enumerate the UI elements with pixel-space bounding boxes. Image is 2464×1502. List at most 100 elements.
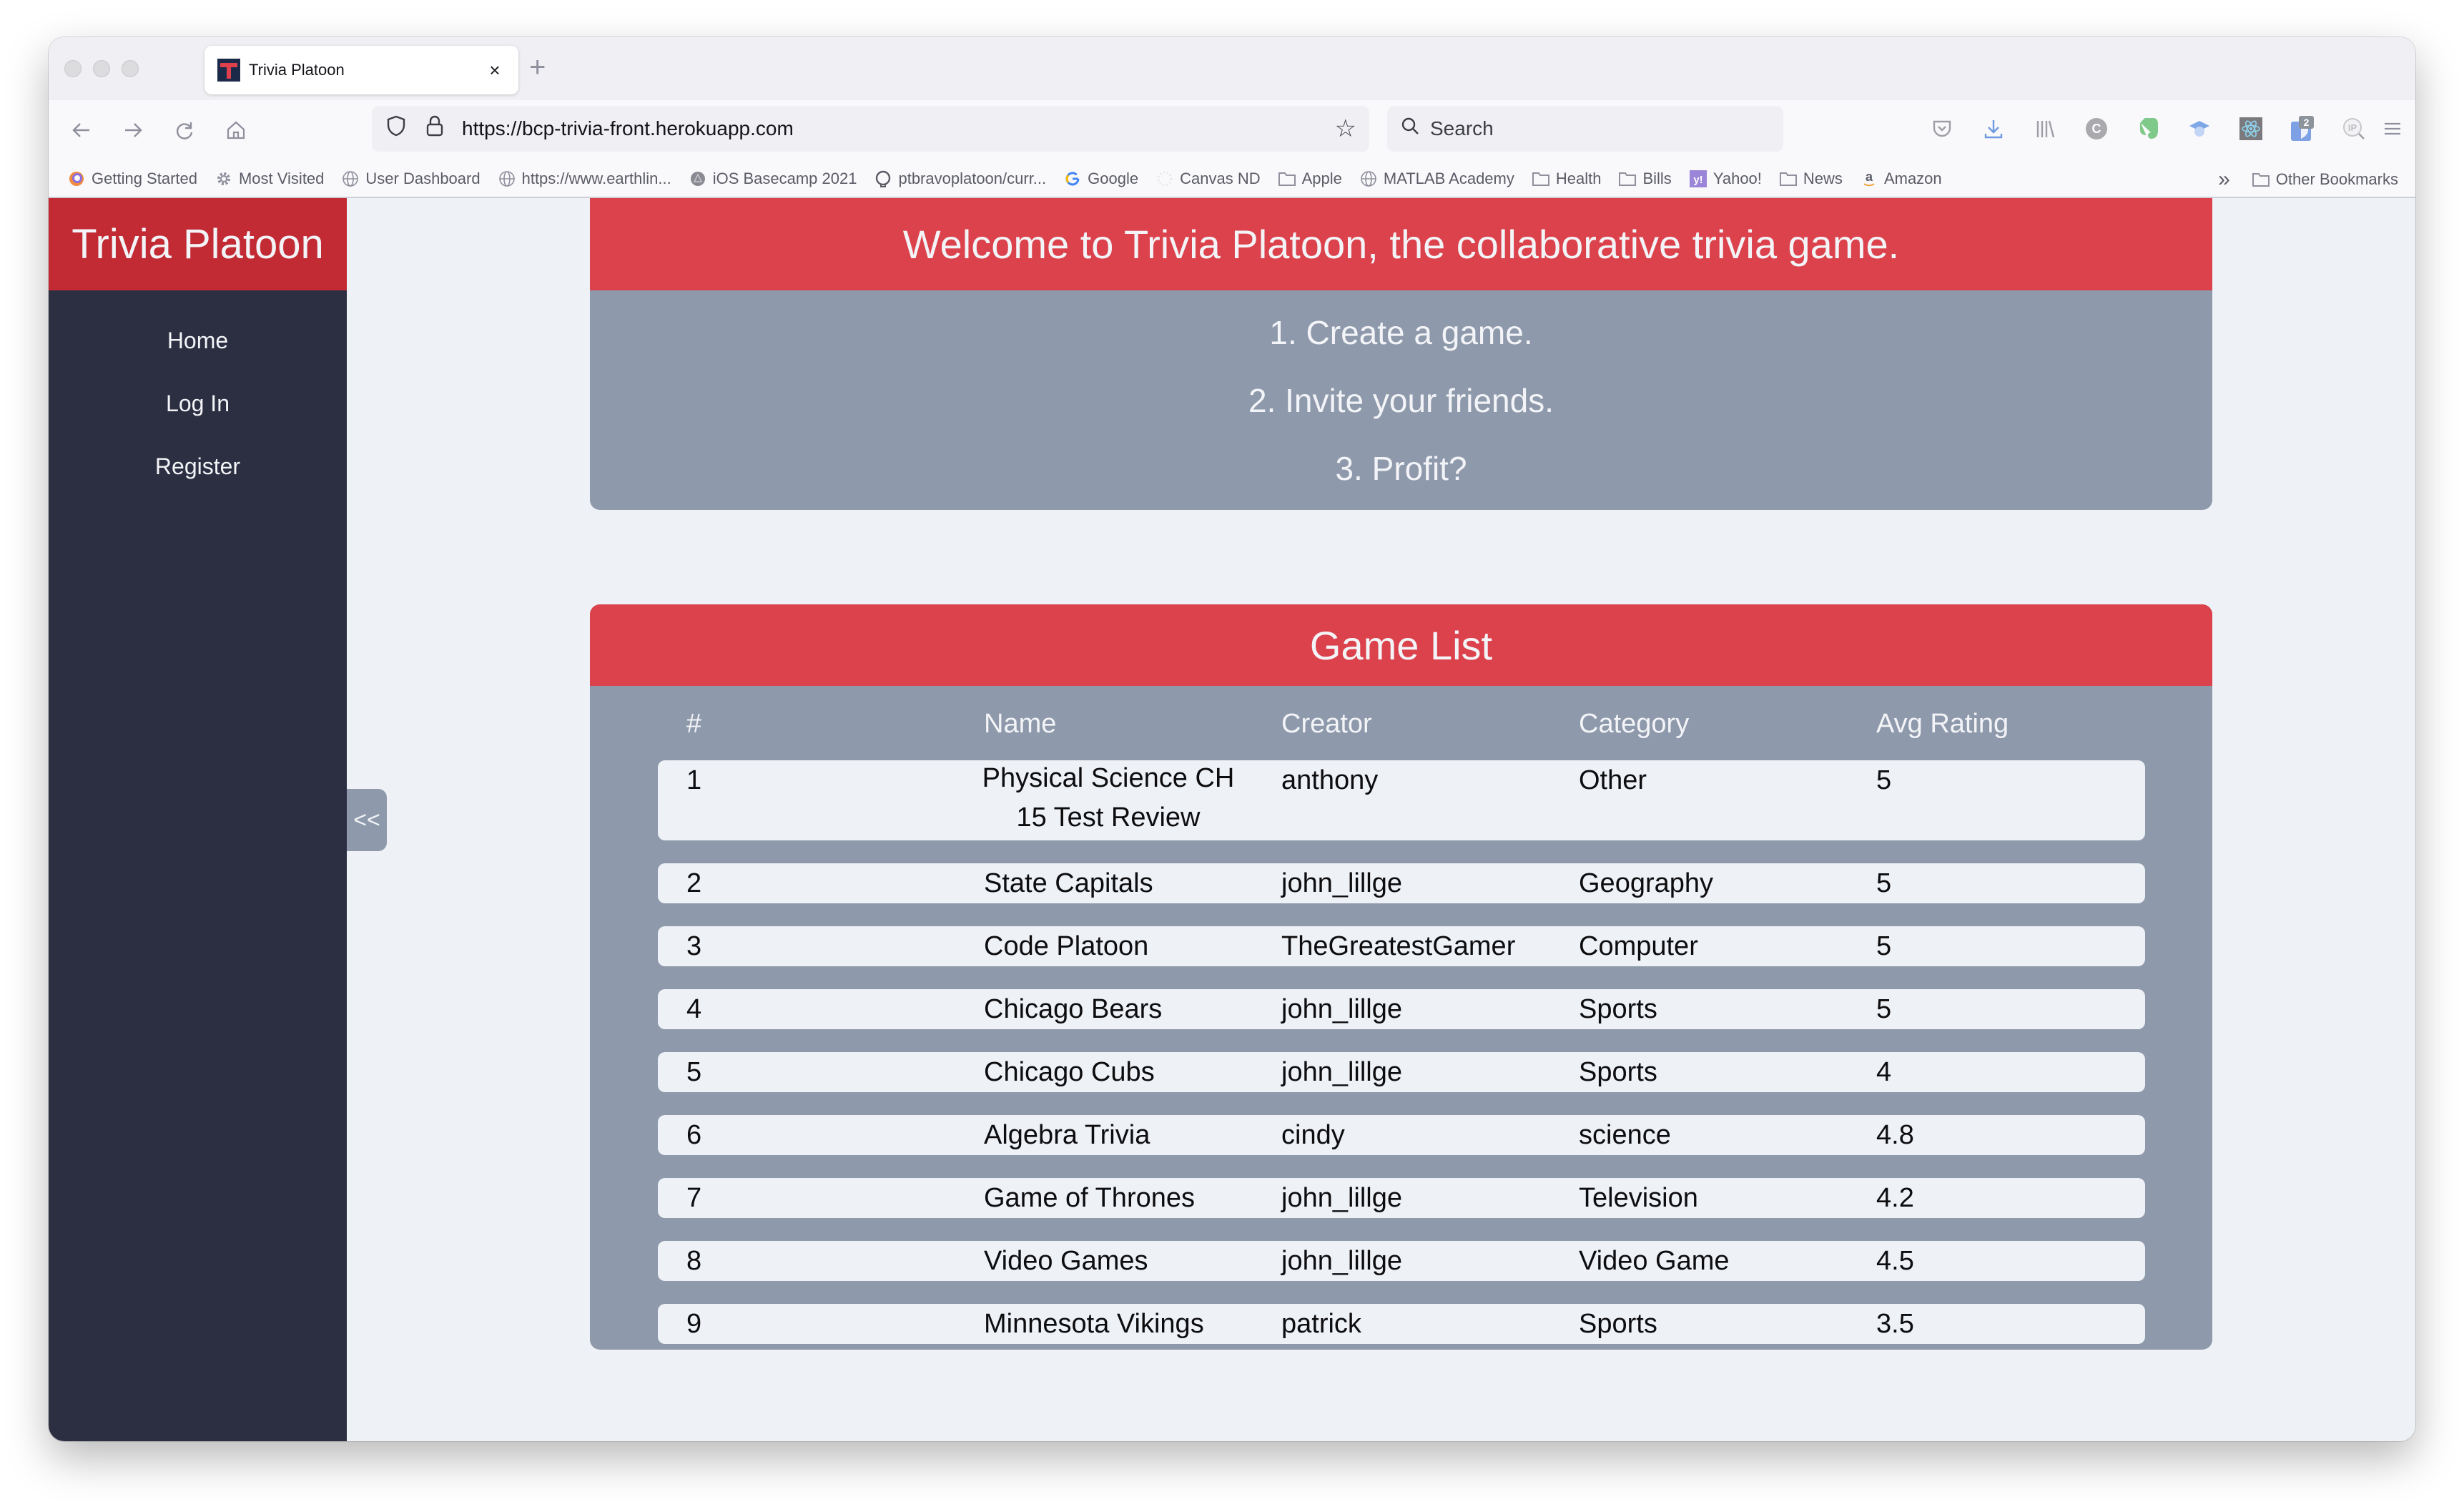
game-creator: john_lillge bbox=[1281, 868, 1403, 898]
bookmark-yahoo[interactable]: y! Yahoo! bbox=[1689, 170, 1762, 188]
game-list-card: Game List # Name Creator Category Avg Ra… bbox=[590, 604, 2212, 1350]
table-row[interactable]: 9 Minnesota Vikings patrick Sports 3.5 bbox=[658, 1304, 2145, 1344]
svg-text:C: C bbox=[2092, 122, 2101, 136]
react-devtools-icon[interactable] bbox=[2237, 114, 2265, 143]
svg-text:a: a bbox=[1866, 170, 1873, 184]
table-row[interactable]: 2 State Capitals john_lillge Geography 5 bbox=[658, 863, 2145, 903]
reload-icon bbox=[176, 122, 193, 139]
zoom-window-button[interactable] bbox=[122, 60, 139, 77]
bookmarks-overflow-button[interactable]: » bbox=[2218, 167, 2230, 192]
game-avg-rating: 5 bbox=[1876, 994, 1892, 1024]
home-button[interactable] bbox=[216, 110, 256, 150]
bookmark-https-www-earthlin[interactable]: https://www.earthlin... bbox=[498, 170, 671, 188]
game-avg-rating: 5 bbox=[1876, 868, 1892, 898]
table-row[interactable]: 5 Chicago Cubs john_lillge Sports 4 bbox=[658, 1052, 2145, 1092]
table-row[interactable]: 3 Code Platoon TheGreatestGamer Computer 5 bbox=[658, 926, 2145, 966]
bookmark-health[interactable]: Health bbox=[1532, 170, 1601, 188]
bookmark-user-dashboard[interactable]: User Dashboard bbox=[341, 170, 481, 188]
arrow-right-icon bbox=[125, 123, 142, 137]
row-number: 7 bbox=[686, 1183, 702, 1213]
back-button[interactable] bbox=[61, 110, 102, 150]
row-number: 4 bbox=[686, 994, 702, 1024]
collapse-sidebar-button[interactable]: << bbox=[347, 789, 387, 851]
game-creator: anthony bbox=[1281, 765, 1379, 795]
bookmark-label: Apple bbox=[1301, 170, 1342, 187]
url-text[interactable]: https://bcp-trivia-front.herokuapp.com bbox=[462, 117, 1335, 140]
table-row[interactable]: 1 Physical Science CH 15 Test Review antho… bbox=[658, 760, 2145, 840]
bookmark-star-icon[interactable]: ☆ bbox=[1335, 114, 1356, 143]
game-category: Geography bbox=[1579, 868, 1714, 898]
canvas-icon bbox=[1155, 170, 1174, 188]
sidebar-item-register[interactable]: Register bbox=[49, 435, 347, 498]
game-category: science bbox=[1579, 1120, 1671, 1150]
extension-badge: 2 bbox=[2304, 117, 2310, 128]
sidebar-item-home[interactable]: Home bbox=[49, 309, 347, 372]
reload-button[interactable] bbox=[164, 110, 204, 150]
bookmark-ios-basecamp-2021[interactable]: iOS Basecamp 2021 bbox=[689, 170, 857, 188]
bookmark-apple[interactable]: Apple bbox=[1278, 170, 1342, 188]
bookmark-ptbravoplatoon-curr[interactable]: ptbravoplatoon/curr... bbox=[874, 170, 1046, 188]
brand-title[interactable]: Trivia Platoon bbox=[49, 198, 347, 290]
table-row[interactable]: 7 Game of Thrones john_lillge Television 4.2 bbox=[658, 1178, 2145, 1218]
tracking-protection-shield-icon[interactable] bbox=[385, 115, 408, 142]
new-tab-button[interactable]: + bbox=[529, 51, 546, 84]
table-row[interactable]: 4 Chicago Bears john_lillge Sports 5 bbox=[658, 989, 2145, 1029]
bookmark-most-visited[interactable]: Most Visited bbox=[215, 170, 324, 188]
forward-button[interactable] bbox=[113, 110, 153, 150]
close-window-button[interactable] bbox=[64, 60, 82, 77]
gear-icon bbox=[215, 170, 233, 188]
search-bar[interactable]: Search bbox=[1387, 106, 1783, 152]
bookmark-bills[interactable]: Bills bbox=[1618, 170, 1672, 188]
menu-hamburger-icon[interactable] bbox=[2378, 114, 2407, 143]
game-avg-rating: 3.5 bbox=[1876, 1309, 1914, 1339]
folder-icon bbox=[1618, 170, 1637, 188]
game-category: Sports bbox=[1579, 1309, 1657, 1339]
bookmark-label: News bbox=[1803, 170, 1843, 187]
bookmark-google[interactable]: Google bbox=[1063, 170, 1138, 188]
welcome-title: Welcome to Trivia Platoon, the collabora… bbox=[590, 198, 2212, 290]
pocket-icon[interactable] bbox=[1928, 114, 1956, 143]
bookmark-label: MATLAB Academy bbox=[1383, 170, 1514, 187]
game-creator: john_lillge bbox=[1281, 1183, 1403, 1213]
tab-trivia-platoon[interactable]: Trivia Platoon × bbox=[204, 46, 518, 94]
game-avg-rating: 4 bbox=[1876, 1057, 1892, 1087]
sidebar-item-log-in[interactable]: Log In bbox=[49, 372, 347, 435]
table-row[interactable]: 6 Algebra Trivia cindy science 4.8 bbox=[658, 1115, 2145, 1155]
ip-lookup-icon[interactable]: IP bbox=[2340, 114, 2368, 143]
google-icon bbox=[1063, 170, 1082, 188]
svg-text:IP: IP bbox=[2348, 122, 2357, 133]
game-category: Computer bbox=[1579, 931, 1698, 961]
welcome-step: 2. Invite your friends. bbox=[1248, 382, 1554, 419]
bitwarden-icon[interactable]: 2 bbox=[2288, 114, 2317, 143]
bookmark-other-bookmarks[interactable]: Other Bookmarks bbox=[2252, 170, 2398, 189]
close-tab-icon[interactable]: × bbox=[484, 59, 506, 82]
bookmark-label: Yahoo! bbox=[1713, 170, 1762, 187]
game-name: Physical Science CH 15 Test Review bbox=[982, 763, 1235, 833]
url-bar[interactable]: https://bcp-trivia-front.herokuapp.com ☆ bbox=[372, 106, 1369, 152]
row-number: 8 bbox=[686, 1246, 702, 1276]
table-row[interactable]: 8 Video Games john_lillge Video Game 4.5 bbox=[658, 1241, 2145, 1281]
game-category: Sports bbox=[1579, 1057, 1657, 1087]
bookmark-canvas-nd[interactable]: Canvas ND bbox=[1155, 170, 1261, 188]
table-body: 1 Physical Science CH 15 Test Review antho… bbox=[658, 760, 2145, 1344]
search-icon bbox=[1400, 116, 1420, 142]
bookmark-news[interactable]: News bbox=[1779, 170, 1843, 188]
graduation-cap-icon[interactable] bbox=[2185, 114, 2214, 143]
bookmark-getting-started[interactable]: Getting Started bbox=[67, 170, 197, 188]
downloads-icon[interactable] bbox=[1979, 114, 2008, 143]
bookmark-label: ptbravoplatoon/curr... bbox=[898, 170, 1047, 187]
evernote-icon[interactable] bbox=[2134, 114, 2162, 143]
bookmark-matlab-academy[interactable]: MATLAB Academy bbox=[1359, 170, 1514, 188]
library-icon[interactable] bbox=[2031, 114, 2059, 143]
row-number: 6 bbox=[686, 1120, 702, 1150]
bookmark-amazon[interactable]: a Amazon bbox=[1860, 170, 1942, 188]
game-creator: john_lillge bbox=[1281, 1246, 1403, 1276]
browser-window: Trivia Platoon × + https://bcp-trivia-fr… bbox=[49, 37, 2415, 1441]
minimize-window-button[interactable] bbox=[93, 60, 110, 77]
bookmark-label: Google bbox=[1088, 170, 1139, 187]
globe-icon bbox=[341, 170, 360, 188]
lock-icon[interactable] bbox=[423, 115, 446, 142]
c-extension-icon[interactable]: C bbox=[2082, 114, 2111, 143]
game-name: Algebra Trivia bbox=[984, 1120, 1150, 1150]
bookmark-label: Most Visited bbox=[238, 170, 325, 187]
